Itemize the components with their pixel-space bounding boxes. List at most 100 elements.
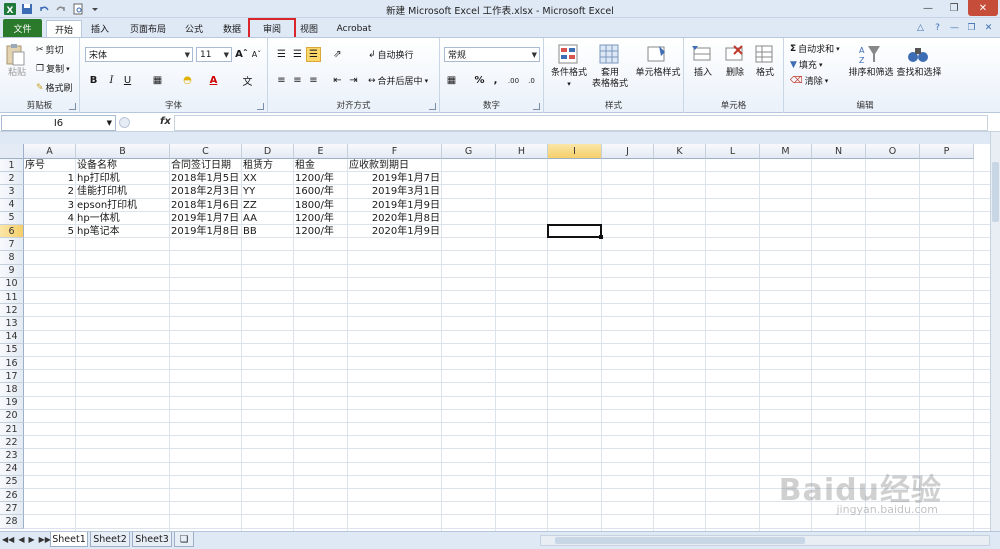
borders-icon[interactable]: ▦ bbox=[150, 73, 165, 88]
row-header-7[interactable]: 7 bbox=[0, 238, 24, 252]
percent-icon[interactable]: % bbox=[472, 73, 487, 88]
cell-b4[interactable]: epson打印机 bbox=[77, 199, 168, 212]
row-header-13[interactable]: 13 bbox=[0, 317, 24, 331]
shrink-font-icon[interactable]: Aˇ bbox=[249, 47, 264, 62]
row-header-5[interactable]: 5 bbox=[0, 211, 24, 225]
cell-e6[interactable]: 1200/年 bbox=[295, 225, 346, 238]
cell-d4[interactable]: ZZ bbox=[243, 199, 292, 212]
next-sheet-icon[interactable]: ▶ bbox=[28, 535, 34, 544]
column-header-o[interactable]: O bbox=[866, 144, 920, 159]
column-header-d[interactable]: D bbox=[242, 144, 294, 159]
align-left-icon[interactable]: ≡ bbox=[274, 73, 289, 88]
cell-d3[interactable]: YY bbox=[243, 185, 292, 198]
cell-a1[interactable]: 序号 bbox=[25, 159, 74, 172]
tab-view[interactable]: 视图 bbox=[296, 20, 322, 37]
column-header-g[interactable]: G bbox=[442, 144, 496, 159]
align-middle-icon[interactable]: ☰ bbox=[290, 47, 305, 62]
cell-f5[interactable]: 2020年1月8日 bbox=[349, 212, 440, 225]
row-header-15[interactable]: 15 bbox=[0, 343, 24, 357]
fill-color-icon[interactable]: ◓ bbox=[180, 73, 195, 88]
column-header-c[interactable]: C bbox=[170, 144, 242, 159]
formula-toggle-icon[interactable] bbox=[119, 117, 130, 128]
grow-font-icon[interactable]: Aˆ bbox=[234, 47, 249, 62]
column-header-k[interactable]: K bbox=[654, 144, 706, 159]
row-header-19[interactable]: 19 bbox=[0, 396, 24, 410]
column-header-m[interactable]: M bbox=[760, 144, 812, 159]
vertical-scroll-thumb[interactable] bbox=[992, 162, 999, 222]
select-all-corner[interactable] bbox=[0, 144, 24, 159]
horizontal-scroll-thumb[interactable] bbox=[555, 537, 805, 544]
sort-filter-button[interactable]: AZ 排序和筛选 bbox=[848, 42, 894, 79]
cell-c5[interactable]: 2019年1月7日 bbox=[171, 212, 240, 225]
fill-button[interactable]: ▼ 填充 ▾ bbox=[790, 58, 822, 72]
column-header-j[interactable]: J bbox=[602, 144, 654, 159]
cell-e3[interactable]: 1600/年 bbox=[295, 185, 346, 198]
column-header-e[interactable]: E bbox=[294, 144, 348, 159]
alignment-launcher-icon[interactable] bbox=[429, 103, 436, 110]
comma-icon[interactable]: , bbox=[488, 73, 503, 88]
font-launcher-icon[interactable] bbox=[257, 103, 264, 110]
row-header-12[interactable]: 12 bbox=[0, 304, 24, 318]
row-header-2[interactable]: 2 bbox=[0, 172, 24, 186]
cell-c3[interactable]: 2018年2月3日 bbox=[171, 185, 240, 198]
insert-sheet-icon[interactable]: ❏ bbox=[174, 532, 194, 547]
workbook-minimize-icon[interactable]: — bbox=[949, 22, 960, 33]
clear-button[interactable]: ⌫ 清除 ▾ bbox=[790, 74, 828, 88]
row-header-6[interactable]: 6 bbox=[0, 225, 24, 239]
vertical-scrollbar[interactable] bbox=[990, 132, 1000, 531]
font-size-select[interactable]: 11 ▼ bbox=[196, 47, 232, 62]
active-cell-selection[interactable] bbox=[547, 224, 603, 240]
row-header-8[interactable]: 8 bbox=[0, 251, 24, 265]
cell-e5[interactable]: 1200/年 bbox=[295, 212, 346, 225]
cell-a3[interactable]: 2 bbox=[25, 185, 74, 198]
cell-d1[interactable]: 租赁方 bbox=[243, 159, 292, 172]
cell-a4[interactable]: 3 bbox=[25, 199, 74, 212]
cell-styles-button[interactable]: 单元格样式 bbox=[634, 42, 682, 79]
increase-decimal-icon[interactable]: .00 bbox=[506, 73, 521, 88]
row-header-9[interactable]: 9 bbox=[0, 264, 24, 278]
cell-c2[interactable]: 2018年1月5日 bbox=[171, 172, 240, 185]
row-header-22[interactable]: 22 bbox=[0, 436, 24, 450]
bold-icon[interactable]: B bbox=[86, 73, 101, 88]
prev-sheet-icon[interactable]: ◀ bbox=[18, 535, 24, 544]
cell-b5[interactable]: hp一体机 bbox=[77, 212, 168, 225]
cell-c6[interactable]: 2019年1月8日 bbox=[171, 225, 240, 238]
orientation-icon[interactable]: ⇗ bbox=[330, 47, 345, 62]
sheet-tab-3[interactable]: Sheet3 bbox=[132, 532, 172, 547]
row-header-26[interactable]: 26 bbox=[0, 489, 24, 503]
workbook-close-icon[interactable]: ✕ bbox=[983, 22, 994, 33]
cell-d5[interactable]: AA bbox=[243, 212, 292, 225]
row-header-28[interactable]: 28 bbox=[0, 515, 24, 529]
workbook-restore-icon[interactable]: ❐ bbox=[966, 22, 977, 33]
row-header-1[interactable]: 1 bbox=[0, 159, 24, 173]
insert-function-icon[interactable]: fx bbox=[160, 116, 171, 127]
cut-button[interactable]: ✂ 剪切 bbox=[36, 43, 64, 57]
cell-e2[interactable]: 1200/年 bbox=[295, 172, 346, 185]
currency-icon[interactable]: ▦ bbox=[444, 73, 459, 88]
tab-acrobat[interactable]: Acrobat bbox=[332, 20, 376, 37]
italic-icon[interactable]: I bbox=[104, 73, 119, 88]
cell-e4[interactable]: 1800/年 bbox=[295, 199, 346, 212]
find-select-button[interactable]: 查找和选择 bbox=[894, 42, 944, 79]
column-header-n[interactable]: N bbox=[812, 144, 866, 159]
tab-file[interactable]: 文件 bbox=[3, 19, 42, 37]
cell-f6[interactable]: 2020年1月9日 bbox=[349, 225, 440, 238]
merge-center-button[interactable]: ↔ 合并后居中 ▾ bbox=[368, 74, 428, 88]
cell-f1[interactable]: 应收款到期日 bbox=[349, 159, 440, 172]
number-launcher-icon[interactable] bbox=[533, 103, 540, 110]
column-header-p[interactable]: P bbox=[920, 144, 974, 159]
tab-data[interactable]: 数据 bbox=[216, 20, 248, 37]
column-header-l[interactable]: L bbox=[706, 144, 760, 159]
wrap-text-button[interactable]: ↲ 自动换行 bbox=[368, 48, 414, 62]
paste-button[interactable]: 粘贴 bbox=[4, 42, 30, 79]
row-header-10[interactable]: 10 bbox=[0, 277, 24, 291]
row-header-24[interactable]: 24 bbox=[0, 462, 24, 476]
format-painter-button[interactable]: ✎ 格式刷 bbox=[36, 81, 73, 95]
copy-button[interactable]: ❐ 复制 ▾ bbox=[36, 62, 70, 76]
decrease-decimal-icon[interactable]: .0 bbox=[524, 73, 539, 88]
autosum-button[interactable]: Σ 自动求和 ▾ bbox=[790, 42, 840, 56]
cell-c1[interactable]: 合同签订日期 bbox=[171, 159, 240, 172]
format-cells-button[interactable]: 格式 bbox=[750, 42, 780, 79]
cell-f2[interactable]: 2019年1月7日 bbox=[349, 172, 440, 185]
tab-formulas[interactable]: 公式 bbox=[178, 20, 210, 37]
